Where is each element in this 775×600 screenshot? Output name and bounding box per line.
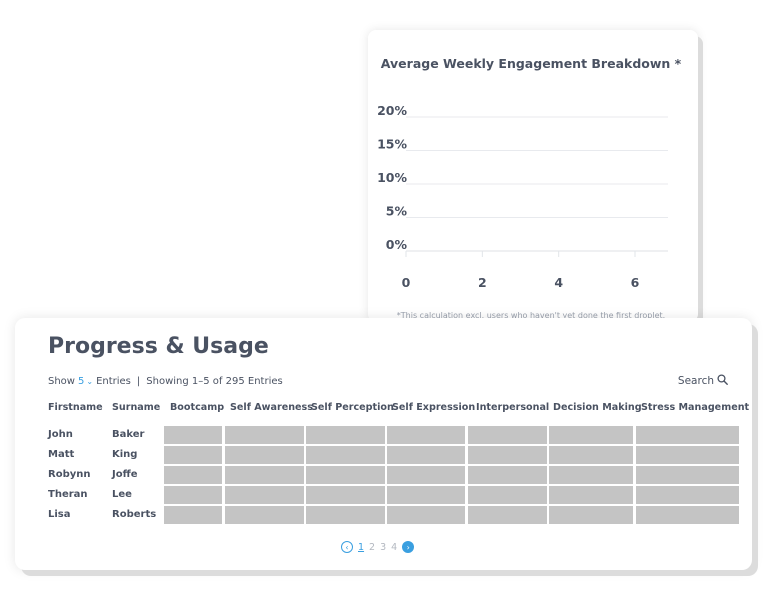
- surname-cell: Lee: [112, 489, 132, 500]
- page-number[interactable]: 1: [356, 542, 366, 553]
- progress-placeholder-cell: [225, 486, 304, 504]
- entries-per-page-value: 5: [77, 376, 85, 387]
- surname-cell: Joffe: [112, 469, 138, 480]
- progress-placeholder-cell: [225, 446, 304, 464]
- progress-placeholder-cell: [306, 446, 385, 464]
- column-header[interactable]: Surname: [112, 402, 160, 413]
- column-header[interactable]: Bootcamp: [170, 402, 224, 413]
- search-icon: [717, 374, 728, 388]
- progress-placeholder-cell: [387, 486, 465, 504]
- pagination: ‹ 1234 ›: [341, 541, 415, 553]
- progress-placeholder-cell: [549, 506, 633, 524]
- progress-placeholder-cell: [468, 466, 547, 484]
- page-numbers: 1234: [356, 542, 399, 553]
- column-header[interactable]: Self Expression: [392, 402, 475, 413]
- page-number[interactable]: 4: [389, 542, 399, 553]
- table-row[interactable]: John Baker: [15, 426, 752, 444]
- progress-placeholder-cell: [164, 446, 222, 464]
- progress-placeholder-cell: [549, 466, 633, 484]
- progress-placeholder-cell: [636, 426, 739, 444]
- column-header[interactable]: Self Awareness: [230, 402, 313, 413]
- progress-placeholder-cell: [636, 446, 739, 464]
- surname-cell: King: [112, 449, 138, 460]
- chevron-left-icon[interactable]: ‹: [341, 541, 353, 553]
- progress-placeholder-cell: [387, 446, 465, 464]
- progress-placeholder-cell: [164, 486, 222, 504]
- progress-placeholder-cell: [306, 426, 385, 444]
- showing-text: Showing 1–5 of 295 Entries: [146, 376, 283, 387]
- y-tick-label: 20%: [377, 103, 407, 118]
- chevron-down-icon: ⌄: [86, 377, 94, 386]
- progress-placeholder-cell: [306, 466, 385, 484]
- column-header[interactable]: Decision Making: [553, 402, 642, 413]
- progress-placeholder-cell: [468, 426, 547, 444]
- column-header[interactable]: Interpersonal: [476, 402, 549, 413]
- progress-placeholder-cell: [306, 486, 385, 504]
- engagement-chart: 0% 5% 10% 15% 20% 0 2 4 6: [377, 103, 668, 290]
- x-tick-label: 4: [554, 275, 563, 290]
- table-row[interactable]: Theran Lee: [15, 486, 752, 504]
- progress-usage-card: Progress & Usage Show 5 ⌄ Entries | Show…: [15, 318, 752, 570]
- firstname-cell: Theran: [48, 489, 88, 500]
- firstname-cell: Lisa: [48, 509, 71, 520]
- y-tick-label: 15%: [377, 137, 407, 152]
- progress-placeholder-cell: [549, 426, 633, 444]
- progress-placeholder-cell: [164, 506, 222, 524]
- table-row[interactable]: Matt King: [15, 446, 752, 464]
- firstname-cell: Matt: [48, 449, 75, 460]
- firstname-cell: John: [48, 429, 73, 440]
- x-tick-label: 2: [478, 275, 487, 290]
- search-label: Search: [677, 375, 714, 387]
- y-tick-label: 10%: [377, 170, 407, 185]
- page-title: Progress & Usage: [48, 334, 269, 359]
- column-header[interactable]: Firstname: [48, 402, 103, 413]
- progress-placeholder-cell: [636, 466, 739, 484]
- entries-label: Entries: [96, 376, 131, 387]
- progress-placeholder-cell: [387, 506, 465, 524]
- progress-placeholder-cell: [549, 446, 633, 464]
- x-tick-label: 0: [402, 275, 411, 290]
- progress-placeholder-cell: [164, 426, 222, 444]
- entries-per-page-select[interactable]: 5 ⌄: [78, 376, 93, 387]
- progress-placeholder-cell: [306, 506, 385, 524]
- progress-placeholder-cell: [387, 466, 465, 484]
- progress-placeholder-cell: [636, 486, 739, 504]
- page-number[interactable]: 3: [378, 542, 388, 553]
- y-tick-label: 0%: [386, 237, 408, 252]
- separator: |: [136, 376, 141, 387]
- progress-placeholder-cell: [468, 486, 547, 504]
- y-tick-label: 5%: [386, 204, 408, 219]
- progress-placeholder-cell: [225, 506, 304, 524]
- engagement-chart-card: Average Weekly Engagement Breakdown * 0%…: [368, 30, 698, 322]
- progress-placeholder-cell: [468, 506, 547, 524]
- search-button[interactable]: Search: [678, 374, 728, 388]
- chevron-right-icon[interactable]: ›: [402, 541, 415, 553]
- page-number[interactable]: 2: [367, 542, 377, 553]
- firstname-cell: Robynn: [48, 469, 91, 480]
- progress-placeholder-cell: [549, 486, 633, 504]
- surname-cell: Roberts: [112, 509, 157, 520]
- column-header[interactable]: Self Perception: [311, 402, 394, 413]
- progress-placeholder-cell: [636, 506, 739, 524]
- table-controls: Show 5 ⌄ Entries | Showing 1–5 of 295 En…: [48, 376, 283, 387]
- table-row[interactable]: Lisa Roberts: [15, 506, 752, 524]
- table-header: Firstname Surname Bootcamp Self Awareness Se…: [15, 402, 752, 416]
- surname-cell: Baker: [112, 429, 145, 440]
- progress-placeholder-cell: [468, 446, 547, 464]
- progress-placeholder-cell: [225, 426, 304, 444]
- progress-placeholder-cell: [164, 466, 222, 484]
- column-header[interactable]: Stress Management: [641, 402, 749, 413]
- progress-placeholder-cell: [225, 466, 304, 484]
- show-label: Show: [48, 376, 75, 387]
- x-tick-label: 6: [631, 275, 640, 290]
- table-row[interactable]: Robynn Joffe: [15, 466, 752, 484]
- progress-placeholder-cell: [387, 426, 465, 444]
